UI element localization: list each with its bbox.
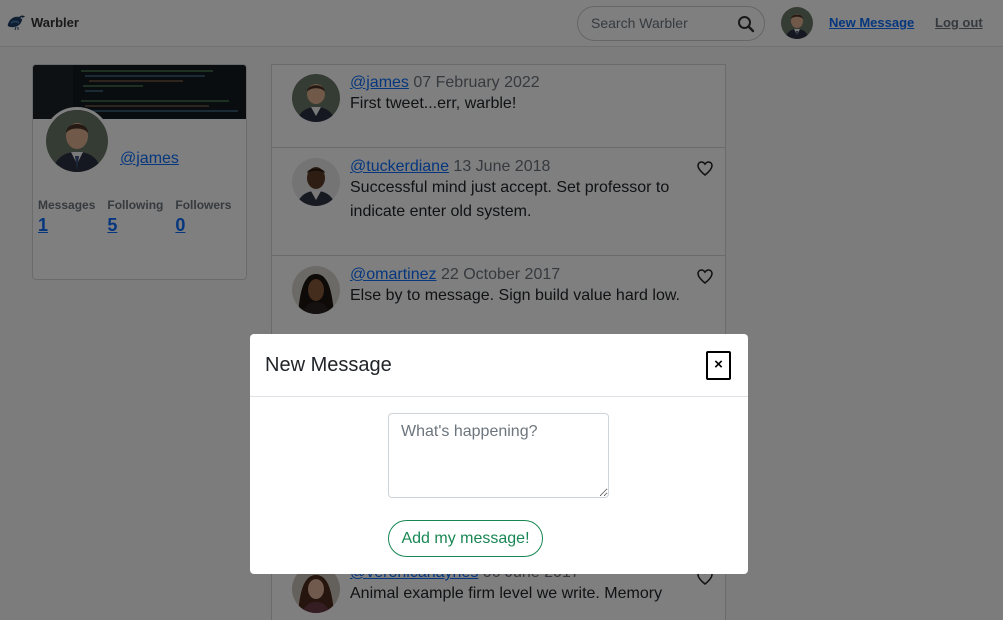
modal-divider xyxy=(250,396,748,397)
close-modal-button[interactable]: × xyxy=(706,351,731,380)
message-textarea[interactable] xyxy=(388,413,609,498)
new-message-modal: New Message × Add my message! xyxy=(250,334,748,574)
add-message-button[interactable]: Add my message! xyxy=(388,520,543,557)
modal-title: New Message xyxy=(265,354,392,376)
